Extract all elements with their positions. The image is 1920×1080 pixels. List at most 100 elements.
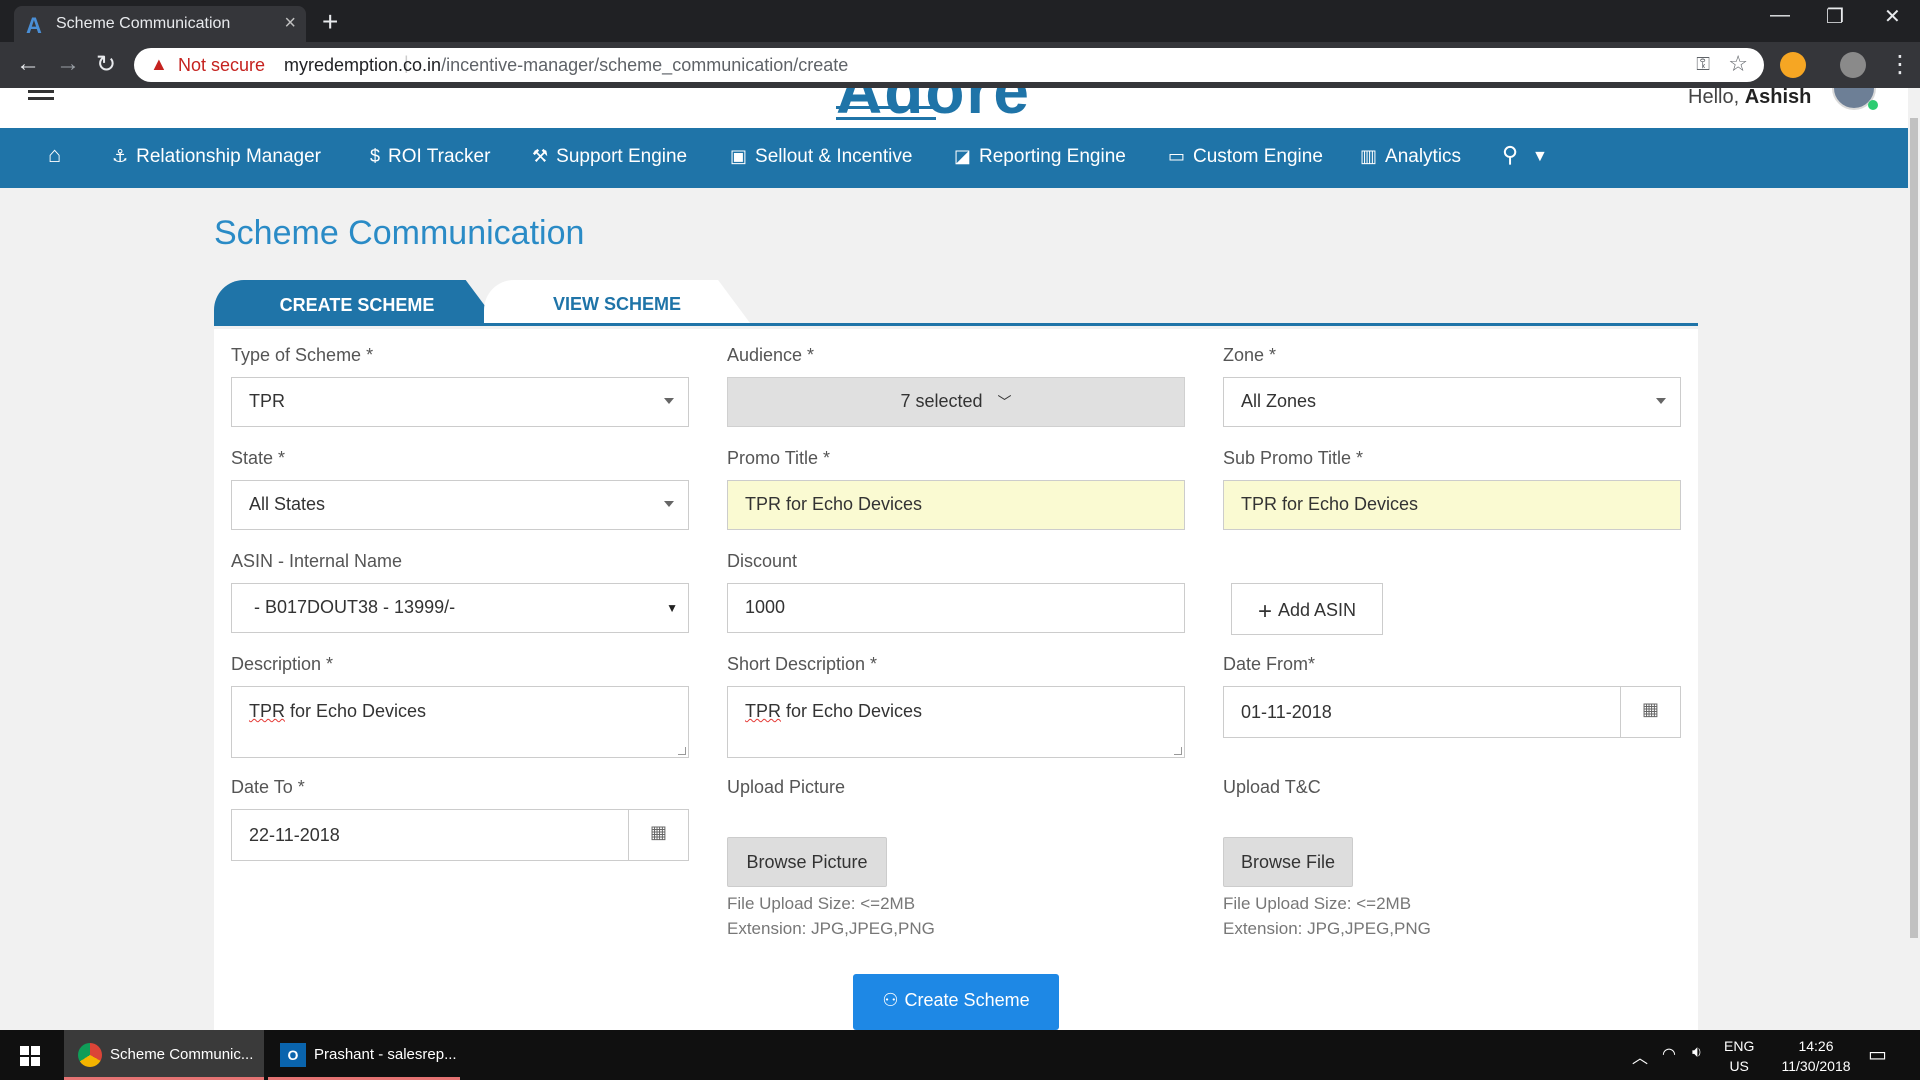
nav-relationship-manager[interactable]: ⚓ Relationship Manager	[112, 146, 321, 168]
warning-icon: ▲	[150, 54, 168, 74]
asin-select[interactable]: - B017DOUT38 - 13999/- ▼	[231, 583, 689, 633]
date-to-label: Date To *	[231, 777, 305, 797]
add-asin-label: Add ASIN	[1277, 600, 1357, 620]
url-host: myredemption.co.in	[284, 55, 442, 75]
promo-title-input[interactable]: TPR for Echo Devices	[727, 480, 1185, 530]
state-select[interactable]: All States	[231, 480, 689, 530]
system-clock[interactable]: 14:26 11/30/2018	[1766, 1036, 1866, 1076]
nav-label: ROI Tracker	[388, 146, 491, 167]
asin-value: - B017DOUT38 - 13999/-	[254, 597, 456, 617]
nav-reporting-engine[interactable]: ◪ Reporting Engine	[954, 146, 1126, 168]
browser-tab-strip: A Scheme Communication × + — ❐ ✕	[0, 0, 1920, 42]
chevron-down-icon[interactable]: ▼	[1532, 148, 1548, 166]
home-icon[interactable]: ⌂	[48, 142, 61, 168]
discount-input[interactable]: 1000	[727, 583, 1185, 633]
taskbar-outlook[interactable]: O Prashant - salesrep...	[268, 1030, 460, 1080]
upload-picture-label: Upload Picture	[727, 777, 846, 797]
calendar-icon[interactable]: ▦	[628, 810, 688, 860]
windows-start-icon[interactable]	[20, 1046, 40, 1066]
extension-icon[interactable]	[1780, 52, 1806, 78]
audience-label: Audience *	[727, 345, 815, 365]
nav-sellout-incentive[interactable]: ▣ Sellout & Incentive	[730, 146, 912, 168]
language-indicator[interactable]: ENG US	[1724, 1036, 1754, 1076]
nav-roi-tracker[interactable]: $ ROI Tracker	[370, 146, 490, 168]
notifications-icon[interactable]: ▭	[1868, 1042, 1887, 1067]
date-from-input[interactable]: 01-11-2018 ▦	[1223, 686, 1681, 738]
url-path: /incentive-manager/scheme_communication/…	[441, 55, 849, 75]
reload-icon[interactable]: ↻	[96, 50, 116, 79]
state-value: All States	[249, 494, 326, 514]
sub-promo-title-input[interactable]: TPR for Echo Devices	[1223, 480, 1681, 530]
audience-multiselect[interactable]: 7 selected ﹀	[727, 377, 1185, 427]
type-of-scheme-label: Type of Scheme *	[231, 345, 374, 365]
nav-label: Custom Engine	[1193, 146, 1323, 167]
back-icon[interactable]: ←	[16, 50, 40, 78]
description-textarea[interactable]: TPR for Echo Devices	[231, 686, 689, 758]
short-description-label: Short Description *	[727, 654, 878, 674]
nav-analytics[interactable]: ▥ Analytics	[1360, 146, 1461, 168]
site-header: Adore Hello, Ashish	[0, 88, 1908, 128]
main-navigation: ⌂ ⚓ Relationship Manager $ ROI Tracker ⚒ Su…	[0, 128, 1908, 188]
hamburger-menu-icon[interactable]	[28, 90, 54, 104]
minimize-icon[interactable]: —	[1770, 4, 1790, 27]
sub-promo-title-label: Sub Promo Title *	[1223, 448, 1364, 468]
window-close-icon[interactable]: ✕	[1884, 4, 1901, 29]
nav-custom-engine[interactable]: ▭ Custom Engine	[1168, 146, 1323, 168]
logo-underline	[836, 106, 936, 120]
date-to-input[interactable]: 22-11-2018 ▦	[231, 809, 689, 861]
description-value: for Echo Devices	[285, 701, 427, 721]
close-tab-icon[interactable]: ×	[284, 12, 296, 35]
type-of-scheme-value: TPR	[249, 391, 285, 411]
user-name: Ashish	[1744, 88, 1812, 108]
calendar-icon[interactable]: ▦	[1620, 687, 1680, 737]
caret-down-icon	[664, 398, 674, 404]
volume-icon[interactable]: 🔉︎	[1692, 1044, 1702, 1062]
add-asin-button[interactable]: + Add ASIN	[1231, 583, 1383, 635]
tab-view-scheme[interactable]: VIEW SCHEME	[484, 280, 750, 323]
chevron-down-icon: ﹀	[997, 394, 1012, 410]
search-icon[interactable]: ⚲	[1502, 142, 1518, 168]
nav-support-engine[interactable]: ⚒ Support Engine	[532, 146, 687, 168]
key-icon[interactable]: ⚿	[1696, 54, 1710, 75]
browse-file-button[interactable]: Browse File	[1223, 837, 1353, 887]
taskbar-chrome[interactable]: Scheme Communic...	[64, 1030, 264, 1080]
browser-tab[interactable]: A Scheme Communication ×	[14, 6, 306, 42]
discount-value: 1000	[745, 597, 786, 617]
address-bar[interactable]: ▲ Not secure | myredemption.co.in/incent…	[134, 48, 1764, 82]
type-of-scheme-select[interactable]: TPR	[231, 377, 689, 427]
short-description-textarea[interactable]: TPR for Echo Devices	[727, 686, 1185, 758]
forward-icon[interactable]: →	[56, 50, 80, 78]
plus-icon: +	[1257, 598, 1272, 625]
menu-dots-icon[interactable]: ⋮	[1888, 50, 1912, 79]
scrollbar-thumb[interactable]	[1910, 118, 1918, 938]
tab-create-scheme[interactable]: CREATE SCHEME	[214, 280, 500, 326]
date-from-value: 01-11-2018	[1241, 702, 1332, 722]
wifi-icon[interactable]: ◠	[1662, 1044, 1676, 1064]
date-from-label: Date From*	[1223, 654, 1316, 674]
state-label: State *	[231, 448, 286, 468]
taskbar-chrome-title: Scheme Communic...	[110, 1046, 254, 1063]
nav-label: Sellout & Incentive	[755, 146, 913, 167]
security-label: Not secure	[178, 55, 266, 75]
create-scheme-button[interactable]: ⚇ Create Scheme	[853, 974, 1059, 1030]
resize-handle-icon[interactable]	[1174, 747, 1182, 755]
tray-chevron-up-icon[interactable]: ︿	[1632, 1044, 1648, 1068]
zone-select[interactable]: All Zones	[1223, 377, 1681, 427]
create-scheme-form: Type of Scheme * TPR Audience * 7 select…	[214, 329, 1698, 1030]
dollar-icon: $	[370, 146, 381, 166]
resize-handle-icon[interactable]	[678, 747, 686, 755]
browse-picture-button[interactable]: Browse Picture	[727, 837, 887, 887]
tc-size-hint: File Upload Size: <=2MB	[1223, 894, 1412, 913]
browser-toolbar: ← → ↻ ▲ Not secure | myredemption.co.in/…	[0, 42, 1920, 88]
new-tab-icon[interactable]: +	[322, 6, 338, 38]
restore-icon[interactable]: ❐	[1826, 4, 1844, 29]
upload-tc-label: Upload T&C	[1223, 777, 1321, 797]
page-scrollbar[interactable]	[1908, 88, 1920, 1030]
page-viewport: Adore Hello, Ashish ⌂ ⚓ Relationship Mana…	[0, 88, 1920, 1030]
user-add-icon: ⚇	[882, 990, 899, 1010]
language-code: ENG	[1724, 1038, 1755, 1054]
profile-icon[interactable]	[1840, 52, 1866, 78]
nav-label: Relationship Manager	[136, 146, 321, 167]
region-code: US	[1729, 1058, 1749, 1074]
bookmark-star-icon[interactable]: ☆	[1728, 51, 1748, 77]
